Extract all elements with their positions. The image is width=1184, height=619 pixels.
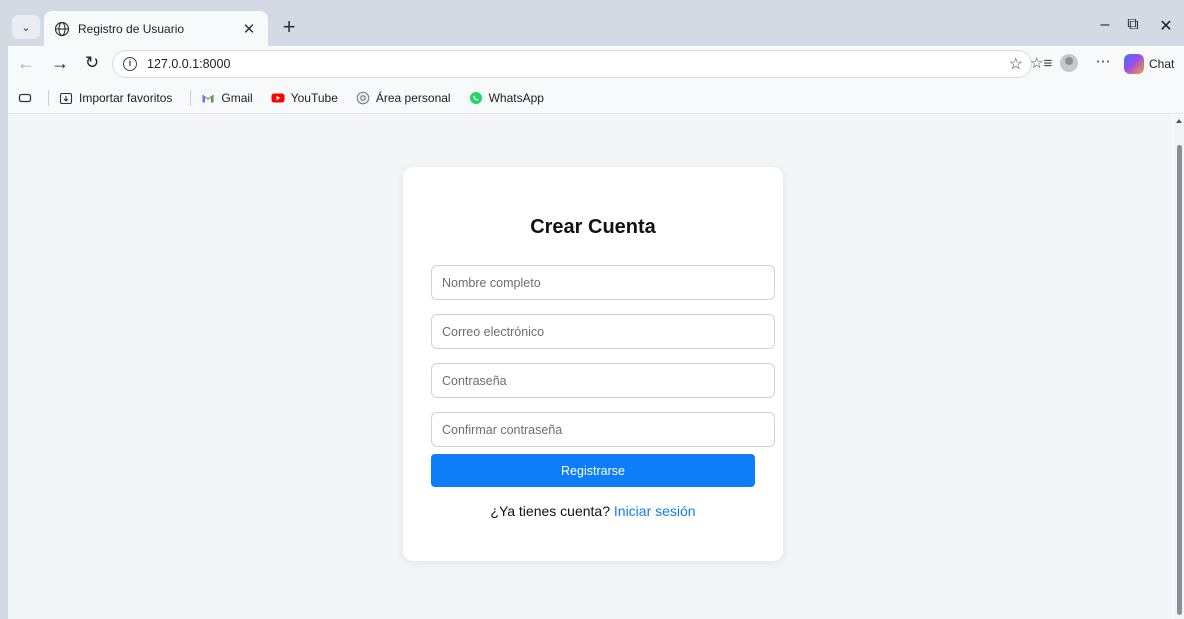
scroll-up-icon[interactable]: [1176, 119, 1182, 123]
avatar[interactable]: [1060, 54, 1078, 72]
more-options-icon[interactable]: ⋯: [1092, 52, 1114, 70]
globe-icon: [54, 21, 70, 36]
close-window-button[interactable]: ✕: [1154, 16, 1178, 36]
close-icon[interactable]: ✕: [240, 20, 258, 38]
copilot-icon: [1124, 54, 1144, 74]
chat-label: Chat: [1149, 57, 1175, 71]
forward-button[interactable]: →: [48, 52, 72, 76]
chevron-down-icon: ⌄: [21, 21, 31, 34]
confirm-password-field[interactable]: [431, 412, 775, 447]
bookmark-label: Importar favoritos: [79, 90, 173, 105]
sidebar-toggle-button[interactable]: [18, 91, 38, 105]
copilot-chat-button[interactable]: Chat: [1124, 51, 1174, 77]
gear-icon: [356, 91, 370, 104]
bookmark-area-personal[interactable]: Área personal: [356, 91, 451, 105]
divider: [190, 89, 192, 106]
browser-toolbar: ← → ↻ i 127.0.0.1:8000 ☆ ☆≡ ⋯ Chat: [8, 46, 1184, 82]
favorites-icon[interactable]: ☆≡: [1030, 54, 1052, 72]
register-card: Crear Cuenta Registrarse ¿Ya tienes cuen…: [403, 167, 783, 561]
bookmark-youtube[interactable]: YouTube: [271, 91, 338, 105]
star-icon[interactable]: ☆: [1009, 54, 1023, 74]
tab-title: Registro de Usuario: [78, 21, 185, 36]
import-icon: [59, 92, 73, 104]
bookmark-gmail[interactable]: Gmail: [201, 90, 253, 105]
page-title: Crear Cuenta: [530, 216, 656, 238]
url-text: 127.0.0.1:8000: [147, 57, 231, 71]
new-tab-button[interactable]: +: [276, 15, 302, 41]
email-field[interactable]: [431, 314, 775, 349]
browser-window: ⌄ Registro de Usuario ✕ + – ⧉ ✕ ← → ↻ i …: [8, 8, 1184, 619]
tab-strip: ⌄ Registro de Usuario ✕ + – ⧉ ✕: [8, 8, 1184, 46]
password-field[interactable]: [431, 363, 775, 398]
gmail-icon: [202, 94, 214, 102]
scrollbar-thumb[interactable]: [1177, 145, 1182, 615]
divider: [48, 89, 49, 106]
full-name-input[interactable]: [431, 265, 775, 300]
reload-button[interactable]: ↻: [80, 52, 104, 76]
youtube-icon: [271, 93, 285, 102]
bookmark-whatsapp[interactable]: WhatsApp: [469, 91, 544, 105]
tab-icon: [18, 93, 32, 102]
login-link[interactable]: Iniciar sesión: [614, 503, 696, 519]
tab-actions-menu-button[interactable]: ⌄: [12, 15, 40, 39]
bookmark-label: Gmail: [221, 90, 253, 105]
bookmark-import-favorites[interactable]: Importar favoritos: [59, 91, 172, 105]
register-button[interactable]: Registrarse: [431, 454, 755, 487]
scrollbar[interactable]: [1174, 115, 1184, 619]
page-content: Crear Cuenta Registrarse ¿Ya tienes cuen…: [8, 115, 1172, 619]
bookmarks-bar: Importar favoritos Gmail YouTube Área pe…: [8, 82, 1184, 114]
bookmark-label: WhatsApp: [488, 90, 544, 105]
address-bar[interactable]: i 127.0.0.1:8000 ☆: [112, 50, 1032, 78]
back-button[interactable]: ←: [14, 52, 38, 76]
tab-registro[interactable]: Registro de Usuario ✕: [44, 11, 268, 46]
restore-button[interactable]: ⧉: [1121, 16, 1145, 34]
bookmark-label: YouTube: [290, 90, 338, 105]
login-prompt-text: ¿Ya tienes cuenta?: [490, 503, 610, 519]
bookmark-label: Área personal: [375, 90, 451, 105]
minimize-button[interactable]: –: [1093, 16, 1117, 34]
login-prompt: ¿Ya tienes cuenta? Iniciar sesión: [403, 503, 783, 519]
whatsapp-icon: [469, 91, 482, 104]
info-icon[interactable]: i: [123, 57, 137, 71]
